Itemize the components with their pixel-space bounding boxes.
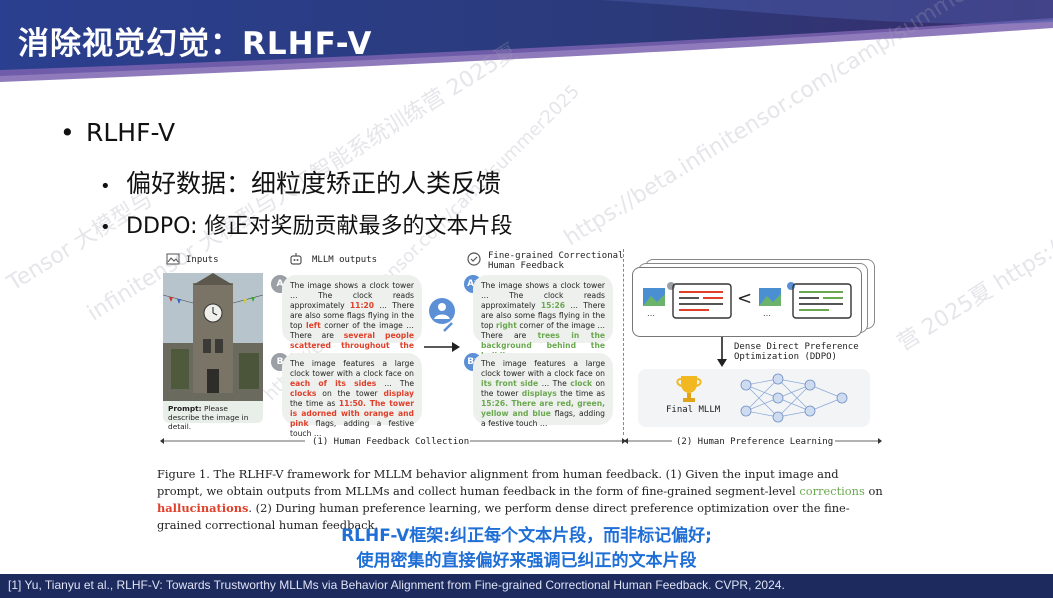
prompt-text: Prompt: Please describe the image in det… bbox=[168, 404, 260, 431]
bullet-dot: • bbox=[100, 217, 111, 238]
annotator-icon bbox=[429, 298, 455, 332]
input-image bbox=[163, 273, 263, 401]
bullet-text: RLHF-V bbox=[86, 118, 176, 147]
trophy-icon bbox=[676, 376, 702, 402]
inputs-label: Inputs bbox=[186, 255, 219, 265]
slide-header: 消除视觉幻觉：RLHF-V bbox=[0, 0, 1053, 82]
response-a-star-bubble: The image shows a clock tower … The cloc… bbox=[473, 275, 613, 360]
preferred-sample: … bbox=[759, 282, 852, 319]
bullet-level1: • RLHF-V bbox=[60, 118, 175, 147]
feedback-label: Fine-grained Correctional Human Feedback bbox=[488, 251, 623, 271]
final-mllm-panel: Final MLLM bbox=[638, 369, 870, 427]
caption-hallucinations: hallucinations bbox=[157, 501, 249, 515]
response-b-star-bubble: The image features a large clock tower w… bbox=[473, 353, 613, 428]
summary-note-line1: RLHF-V框架:纠正每个文本片段，而非标记偏好; bbox=[341, 526, 712, 546]
caption-text: Figure 1. The RLHF-V framework for MLLM … bbox=[157, 467, 839, 498]
bullet-text: 偏好数据：细粒度矫正的人类反馈 bbox=[126, 169, 502, 198]
summary-note-line2: 使用密集的直接偏好来强调已纠正的文本片段 bbox=[356, 551, 697, 571]
footer-bar: [1] Yu, Tianyu et al., RLHF-V: Towards T… bbox=[0, 574, 1053, 598]
bullet-dot: • bbox=[60, 118, 75, 147]
slide-title: 消除视觉幻觉：RLHF-V bbox=[18, 26, 373, 62]
caption-text: on bbox=[864, 484, 883, 498]
bullet-text: DDPO: 修正对奖励贡献最多的文本片段 bbox=[126, 214, 513, 239]
response-b-bubble: The image features a large clock tower w… bbox=[282, 353, 422, 438]
caption-corrections: corrections bbox=[799, 484, 865, 498]
input-panel: Prompt: Please describe the image in det… bbox=[163, 273, 263, 431]
watermark: 营 2025夏 https://be bbox=[893, 218, 1053, 357]
ddpo-label: Dense Direct Preference Optimization (DD… bbox=[734, 342, 859, 362]
section-label-learning: (2) Human Preference Learning bbox=[676, 437, 834, 447]
bullet-dot: • bbox=[100, 176, 111, 197]
feedback-label-line1: Fine-grained Correctional bbox=[488, 251, 624, 261]
response-a-bubble: The image shows a clock tower … The cloc… bbox=[282, 275, 422, 360]
image-icon bbox=[166, 253, 180, 265]
robot-feedback-icon bbox=[467, 252, 481, 266]
less-than-symbol: < bbox=[737, 288, 753, 309]
arrow-down-icon bbox=[717, 337, 727, 367]
section-label-collection: (1) Human Feedback Collection bbox=[312, 437, 470, 447]
footer-citation: [1] Yu, Tianyu et al., RLHF-V: Towards T… bbox=[8, 578, 785, 592]
arrow-right-icon bbox=[424, 342, 460, 352]
bullet-level2: • DDPO: 修正对奖励贡献最多的文本片段 bbox=[100, 208, 512, 240]
prompt-label: Prompt: bbox=[168, 404, 202, 413]
robot-icon bbox=[290, 253, 302, 265]
svg-text:…: … bbox=[647, 309, 655, 318]
ddpo-label-line1: Dense Direct Preference bbox=[734, 342, 859, 352]
rlhf-v-figure: Inputs Prompt: Please describe the image… bbox=[160, 245, 885, 455]
bullet-level2: • 偏好数据：细粒度矫正的人类反馈 bbox=[100, 164, 501, 200]
mllm-outputs-label: MLLM outputs bbox=[312, 255, 378, 265]
preference-pair-panel: … < … bbox=[632, 267, 862, 337]
section-divider bbox=[623, 249, 624, 435]
rejected-sample: … bbox=[643, 282, 732, 319]
ddpo-label-line2: Optimization (DDPO) bbox=[734, 352, 837, 362]
final-mllm-label: Final MLLM bbox=[666, 405, 721, 415]
feedback-label-line2: Human Feedback bbox=[488, 261, 564, 271]
neural-network-icon bbox=[740, 373, 848, 423]
svg-text:…: … bbox=[763, 309, 771, 318]
